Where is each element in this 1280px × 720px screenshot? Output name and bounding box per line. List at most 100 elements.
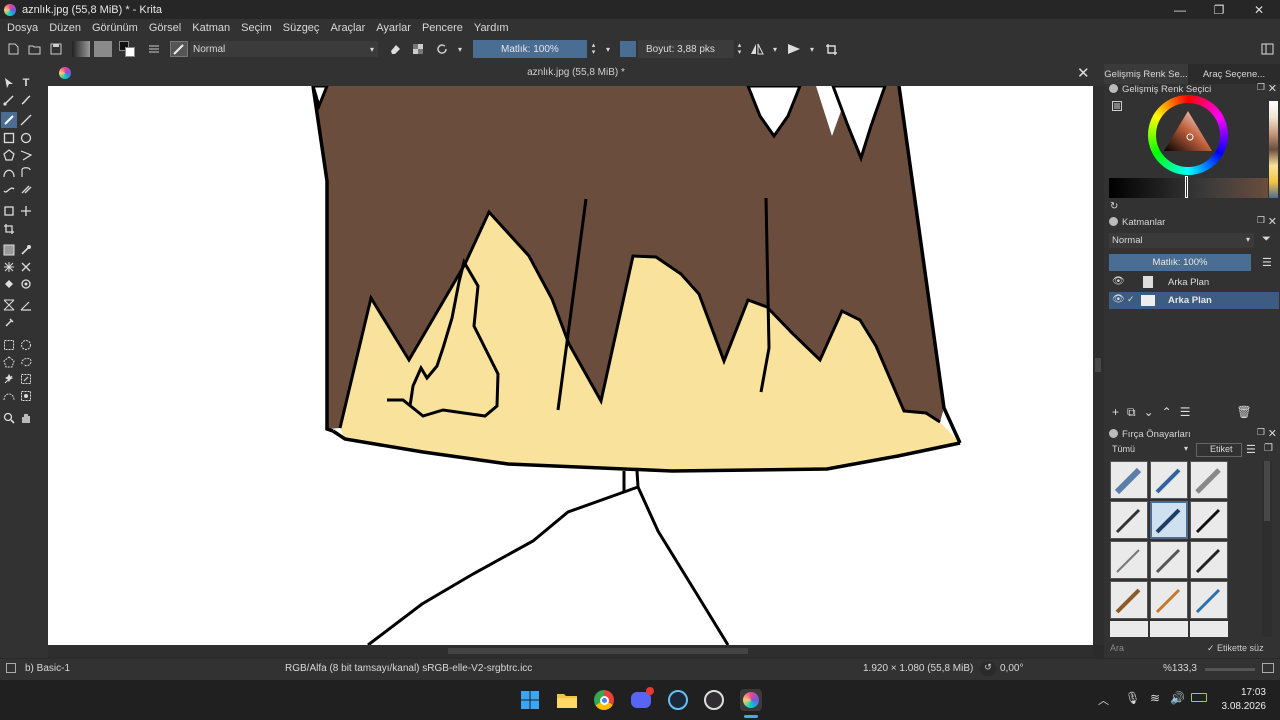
layer-properties-icon[interactable]: ☰ [1180,405,1191,421]
ellipse-select-tool-icon[interactable] [19,338,33,352]
rectangle-tool-icon[interactable] [2,131,16,145]
discord-icon[interactable] [630,687,654,711]
move-tool-icon[interactable] [19,204,33,218]
gradient-icon[interactable] [72,41,90,57]
blend-mode-select[interactable]: Normal ▾ [190,41,378,57]
crop-tool-icon[interactable] [2,222,16,236]
transform-tool-icon[interactable] [2,204,16,218]
brush-preset-thumb-icon[interactable] [170,41,188,57]
steam-icon[interactable] [667,689,689,711]
perspective-grid-tool-icon[interactable] [2,298,16,312]
vertical-scrollbar[interactable] [1093,86,1104,645]
close-icon[interactable]: ✕ [1268,82,1277,95]
rect-select-tool-icon[interactable] [2,338,16,352]
freehand-brush-tool-icon[interactable] [1,112,17,128]
add-layer-icon[interactable]: + [1112,405,1119,421]
menu-image[interactable]: Görsel [149,22,181,34]
opacity-spin[interactable]: ▴ ▾ [589,41,598,57]
ellipse-tool-icon[interactable] [19,131,33,145]
line-tool-icon[interactable] [19,113,33,127]
brush-preset[interactable] [1150,581,1188,619]
maximize-button[interactable]: ❐ [1200,0,1238,19]
list-view-icon[interactable]: ☰ [1246,443,1256,456]
opacity-slider[interactable]: Matlık: 100% [473,40,587,58]
brush-preset[interactable] [1110,581,1148,619]
brush-preset[interactable] [1110,461,1148,499]
close-window-button[interactable]: ✕ [1240,0,1278,19]
duplicate-layer-icon[interactable]: ⧉ [1127,405,1136,421]
close-icon[interactable]: ✕ [1268,427,1277,440]
document-tab[interactable]: aznlık.jpg (55,8 MiB) * ✕ [48,61,1104,86]
wrap-around-icon[interactable] [824,41,838,57]
edit-shapes-tool-icon[interactable] [2,93,16,107]
layer-row[interactable]: 👁 Arka Plan [1109,274,1279,291]
rotation-icon[interactable]: ↺ [980,662,996,676]
brush-preset[interactable] [1190,461,1228,499]
open-folder-icon[interactable] [27,41,41,57]
smart-patch-tool-icon[interactable] [2,260,16,274]
minimize-button[interactable]: — [1161,0,1199,19]
freehand-select-tool-icon[interactable] [19,355,33,369]
preset-scrollbar[interactable] [1262,461,1272,637]
freehand-path-tool-icon[interactable] [19,165,33,179]
tray-overflow-icon[interactable]: ︿ [1098,692,1109,708]
mirror-vertical-icon[interactable] [787,41,801,57]
layer-opacity-slider[interactable]: Matlık: 100% [1109,254,1251,271]
layer-blend-select[interactable]: Normal ▾ [1109,233,1254,248]
eraser-icon[interactable] [388,41,402,57]
clock-time[interactable]: 17:03 [1214,687,1266,698]
refresh-icon[interactable]: ↻ [1110,201,1118,212]
float-icon[interactable]: ❐ [1257,215,1265,226]
recent-colors-bar[interactable] [1269,101,1278,198]
select-shapes-tool-icon[interactable] [2,76,16,90]
menu-tools[interactable]: Araçlar [330,22,365,34]
chrome-icon[interactable] [593,689,615,711]
float-icon[interactable]: ❐ [1257,427,1265,438]
brush-preset[interactable] [1190,501,1228,539]
fg-bg-color-icon[interactable] [119,41,139,57]
krita-taskbar-icon[interactable] [740,689,762,711]
layer-row-selected[interactable]: 👁 ✓ Arka Plan [1109,292,1279,309]
brush-preset[interactable] [1150,461,1188,499]
menu-window[interactable]: Pencere [422,22,463,34]
vertical-scroll-thumb[interactable] [1095,358,1101,372]
brush-preset-selected[interactable] [1150,501,1188,539]
microphone-icon[interactable]: 🎙 [1125,691,1140,705]
save-icon[interactable] [49,41,63,57]
filter-by-tag-checkbox[interactable]: ✓ Etikette süz [1207,643,1264,654]
brush-preset[interactable] [1190,541,1228,579]
size-slider[interactable]: Boyut: 3,88 pks [638,40,734,58]
menu-icon[interactable] [1112,101,1122,111]
filter-icon[interactable]: ⏷ [1262,233,1271,246]
text-tool-icon[interactable]: T [19,76,33,90]
color-history-strip[interactable] [1109,178,1268,198]
similar-select-tool-icon[interactable] [19,372,33,386]
move-up-icon[interactable]: ⌃ [1162,405,1172,421]
wifi-icon[interactable]: ≋ [1150,691,1160,705]
brush-preset[interactable] [1190,581,1228,619]
close-icon[interactable]: ✕ [1268,215,1277,228]
chevron-down-icon[interactable]: ▾ [455,41,465,57]
obs-icon[interactable] [703,689,725,711]
workspace-icon[interactable] [1260,41,1274,57]
fullscreen-icon[interactable] [1262,663,1274,673]
preserve-alpha-icon[interactable] [411,41,425,57]
preset-filter-select[interactable]: Tümü ▾ [1109,444,1191,458]
move-down-icon[interactable]: ⌄ [1144,405,1154,421]
brush-preset[interactable] [1110,541,1148,579]
menu-help[interactable]: Yardım [474,22,509,34]
size-spin[interactable]: ▴ ▾ [735,41,744,57]
multibrush-tool-icon[interactable] [19,182,33,196]
color-picker-tool-icon[interactable] [19,243,33,257]
menu-view[interactable]: Görünüm [92,22,138,34]
pan-tool-icon[interactable] [19,411,33,425]
tag-button[interactable]: Etiket [1196,443,1242,457]
chevron-down-icon[interactable]: ▾ [603,41,613,57]
mirror-horizontal-icon[interactable] [750,41,764,57]
chevron-down-icon[interactable]: ▾ [807,41,817,57]
float-icon[interactable]: ❐ [1264,443,1273,454]
pattern-icon[interactable] [94,41,112,57]
menu-file[interactable]: Dosya [7,22,38,34]
color-wheel[interactable] [1148,95,1228,175]
reload-preset-icon[interactable] [435,41,449,57]
